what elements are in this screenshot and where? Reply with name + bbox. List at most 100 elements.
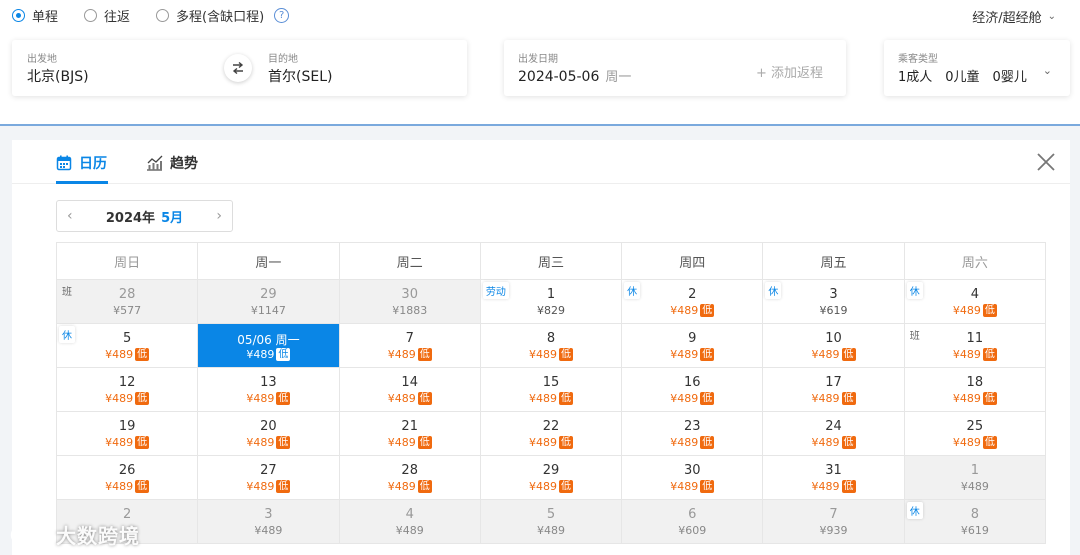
calendar-day-selected[interactable]: 05/06 周一 ¥489 低 — [198, 324, 340, 368]
search-form: 出发地 北京(BJS) 目的地 首尔(SEL) 出发日期 2024-05-06 周… — [0, 34, 1080, 126]
tab-calendar[interactable]: 日历 — [56, 153, 107, 173]
day-price: ¥489 — [246, 436, 275, 449]
calendar-day[interactable]: 24 ¥489 低 — [763, 412, 905, 456]
calendar-day[interactable]: 14 ¥489 低 — [339, 368, 481, 412]
day-number: 8 — [970, 507, 979, 522]
calendar-day[interactable]: 7 ¥489 低 — [339, 324, 481, 368]
calendar-day[interactable]: 19 ¥489 低 — [57, 412, 199, 456]
passenger-card[interactable]: 乘客类型 1成人 0儿童 0婴儿 ⌄ — [884, 40, 1070, 96]
calendar-day[interactable]: 休 5 ¥489 低 — [57, 324, 199, 368]
trip-type-oneway[interactable]: 单程 — [12, 6, 58, 25]
day-price-row: ¥489 低 — [340, 436, 480, 449]
calendar-day[interactable]: 3 ¥489 — [198, 500, 340, 544]
day-number: 4 — [970, 287, 979, 302]
day-number: 2 — [688, 287, 697, 302]
low-price-badge: 低 — [841, 436, 856, 449]
day-number: 14 — [401, 375, 418, 390]
calendar-day[interactable]: 20 ¥489 低 — [198, 412, 340, 456]
calendar-day[interactable]: 5 ¥489 — [480, 500, 623, 544]
weekday-header: 周日 周一 周二 周三 周四 周五 周六 — [57, 243, 1046, 280]
swap-cities-button[interactable] — [224, 54, 252, 82]
calendar-day[interactable]: 4 ¥489 — [339, 500, 481, 544]
calendar-week-row: 班 28 ¥577 29 ¥1147 30 ¥1883 劳动 1 ¥829 休 2 ¥489 低休 3 ¥61… — [57, 280, 1046, 324]
active-tab-indicator — [56, 181, 108, 184]
tab-trend[interactable]: 趋势 — [146, 153, 198, 173]
calendar-day[interactable]: 16 ¥489 低 — [622, 368, 764, 412]
calendar-day[interactable]: 18 ¥489 低 — [904, 368, 1046, 412]
calendar-day[interactable]: 21 ¥489 低 — [339, 412, 481, 456]
trip-type-roundtrip[interactable]: 往返 — [84, 6, 130, 25]
day-price-row: ¥489 低 — [763, 348, 903, 361]
day-price: ¥489 — [670, 392, 699, 405]
watermark-text: 大数跨境 — [56, 524, 140, 548]
day-number: 3 — [264, 507, 273, 522]
weekday-header-cell: 周日 — [57, 243, 199, 280]
passenger-value: 1成人 0儿童 0婴儿 — [898, 70, 1027, 85]
day-number: 4 — [405, 507, 414, 522]
add-return-button[interactable]: + 添加返程 — [756, 62, 823, 81]
calendar-day[interactable]: 休 3 ¥619 — [763, 280, 905, 324]
calendar-day[interactable]: 25 ¥489 低 — [904, 412, 1046, 456]
calendar-day[interactable]: 30 ¥1883 — [339, 280, 481, 324]
calendar-day[interactable]: 15 ¥489 低 — [480, 368, 623, 412]
day-price: ¥489 — [960, 480, 989, 493]
calendar-day[interactable]: 休 2 ¥489 低 — [622, 280, 764, 324]
calendar-day[interactable]: 28 ¥489 低 — [339, 456, 481, 500]
calendar-day[interactable]: 22 ¥489 低 — [480, 412, 623, 456]
calendar-day[interactable]: 9 ¥489 低 — [622, 324, 764, 368]
day-price-row: ¥489 低 — [340, 392, 480, 405]
month-label: 2024年 5月 — [106, 207, 183, 226]
day-price-row: ¥489 低 — [622, 304, 762, 317]
calendar-day[interactable]: 劳动 1 ¥829 — [480, 280, 623, 324]
calendar-grid: 周日 周一 周二 周三 周四 周五 周六 班 28 ¥577 29 ¥1147 30 ¥1883 劳动 1 ¥… — [56, 242, 1046, 544]
calendar-day[interactable]: 6 ¥609 — [622, 500, 764, 544]
day-price-row: ¥577 — [57, 304, 197, 317]
low-price-badge: 低 — [135, 436, 150, 449]
day-price: ¥489 — [246, 348, 275, 361]
calendar-day[interactable]: 休 4 ¥489 低 — [904, 280, 1046, 324]
day-price: ¥489 — [528, 392, 557, 405]
calendar-day[interactable]: 班 11 ¥489 低 — [904, 324, 1046, 368]
low-price-badge: 低 — [558, 436, 573, 449]
day-price-row: ¥489 低 — [763, 480, 903, 493]
day-price: ¥489 — [670, 436, 699, 449]
calendar-day[interactable]: 7 ¥939 — [763, 500, 905, 544]
calendar-day[interactable]: 17 ¥489 低 — [763, 368, 905, 412]
day-price-row: ¥489 低 — [198, 480, 338, 493]
cabin-select[interactable]: 经济/超经舱 ⌄ — [972, 7, 1056, 26]
date-label: 出发日期 — [518, 54, 558, 65]
low-price-badge: 低 — [982, 348, 997, 361]
day-price: ¥609 — [678, 524, 707, 537]
day-number: 12 — [118, 375, 136, 390]
calendar-day[interactable]: 31 ¥489 低 — [763, 456, 905, 500]
calendar-day[interactable]: 1 ¥489 — [904, 456, 1046, 500]
calendar-day[interactable]: 30 ¥489 低 — [622, 456, 764, 500]
calendar-day[interactable]: 10 ¥489 低 — [763, 324, 905, 368]
calendar-day[interactable]: 13 ¥489 低 — [198, 368, 340, 412]
day-number: 21 — [401, 419, 418, 434]
day-price: ¥489 — [105, 480, 134, 493]
calendar-day[interactable]: 29 ¥489 低 — [480, 456, 623, 500]
watermark-logo-icon — [10, 525, 47, 544]
low-price-badge: 低 — [700, 436, 715, 449]
trip-type-multicity[interactable]: 多程(含缺口程) — [156, 6, 264, 25]
day-price-row: ¥939 — [763, 524, 903, 537]
calendar-day[interactable]: 休 8 ¥619 — [904, 500, 1046, 544]
calendar-icon — [56, 155, 72, 171]
next-month-button[interactable]: › — [216, 208, 222, 224]
prev-month-button[interactable]: ‹ — [67, 208, 73, 224]
calendar-day[interactable]: 8 ¥489 低 — [480, 324, 623, 368]
calendar-day[interactable]: 23 ¥489 低 — [622, 412, 764, 456]
day-price: ¥489 — [536, 524, 565, 537]
help-icon[interactable]: ? — [274, 8, 290, 23]
close-button[interactable] — [1036, 152, 1056, 172]
calendar-day[interactable]: 班 28 ¥577 — [57, 280, 199, 324]
calendar-day[interactable]: 29 ¥1147 — [198, 280, 340, 324]
date-card[interactable]: 出发日期 2024-05-06 周一 + 添加返程 — [504, 40, 846, 96]
calendar-day[interactable]: 12 ¥489 低 — [57, 368, 199, 412]
calendar-day[interactable]: 27 ¥489 低 — [198, 456, 340, 500]
weekday-header-cell: 周三 — [480, 243, 623, 280]
calendar-day[interactable]: 26 ¥489 低 — [57, 456, 199, 500]
day-number: 30 — [683, 463, 701, 478]
day-number: 9 — [688, 331, 697, 346]
